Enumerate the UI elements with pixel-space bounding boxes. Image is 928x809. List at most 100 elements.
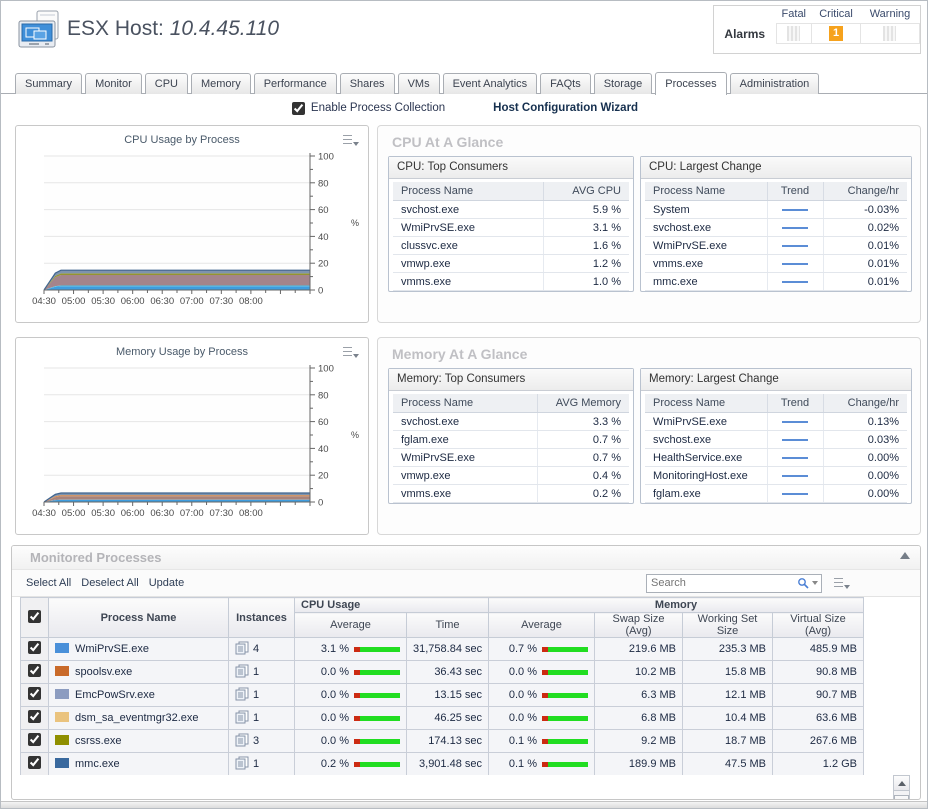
svg-text:0: 0 [318,286,323,297]
search-dropdown[interactable] [797,577,821,590]
instances-icon-button[interactable] [235,641,249,658]
table-row[interactable]: WmiPrvSE.exe3.1 % [393,219,629,237]
group-cpu-usage: CPU Usage [295,598,489,613]
instances-icon-button[interactable] [235,687,249,704]
table-row[interactable]: vmms.exe0.01% [645,255,907,273]
table-row[interactable]: HealthService.exe0.00% [645,449,907,467]
tab-vms[interactable]: VMs [398,73,440,94]
table-row[interactable]: WmiPrvSE.exe0.13% [645,413,907,431]
memory-usage-by-process-chart[interactable]: 020406080100%04:3005:0005:3006:0006:3007… [26,362,360,528]
page-title: ESX Host: 10.4.45.110 [67,17,279,41]
tab-cpu[interactable]: CPU [145,73,188,94]
alarms-fatal-cell[interactable] [776,24,812,44]
process-name-cell: EmcPowSrv.exe [49,684,229,707]
tab-performance[interactable]: Performance [254,73,337,94]
table-row[interactable]: vmwp.exe1.2 % [393,255,629,273]
alarms-critical-cell[interactable]: 1 [812,24,861,44]
cpu-average-cell: 0.0 % [295,661,407,684]
instances-icon-button[interactable] [235,733,249,750]
table-row[interactable]: svchost.exe5.9 % [393,201,629,219]
select-all-checkbox[interactable] [28,610,41,623]
scrollbar-thumb[interactable] [894,795,909,800]
col-virtual-size: Virtual Size (Avg) [773,613,864,638]
tab-faqts[interactable]: FAQts [540,73,591,94]
working-set-cell: 235.3 MB [683,638,773,661]
row-checkbox[interactable] [28,641,41,654]
chart-menu-icon[interactable] [343,134,359,146]
row-checkbox[interactable] [28,710,41,723]
trend-sparkline [782,227,808,229]
tab-processes[interactable]: Processes [655,72,726,95]
process-row[interactable]: mmc.exe10.2 %3,901.48 sec0.1 %189.9 MB47… [21,753,864,776]
fatal-empty-indicator [787,26,800,41]
process-row[interactable]: spoolsv.exe10.0 %36.43 sec0.0 %10.2 MB15… [21,661,864,684]
virtual-size-cell: 63.6 MB [773,707,864,730]
cpu-time-cell: 31,758.84 sec [407,638,489,661]
table-row[interactable]: System-0.03% [645,201,907,219]
search-input[interactable] [647,577,797,589]
enable-process-collection[interactable]: Enable Process Collection [292,102,445,115]
tab-memory[interactable]: Memory [191,73,251,94]
table-row[interactable]: vmms.exe0.2 % [393,485,629,503]
table-row[interactable]: fglam.exe0.00% [645,485,907,503]
change-per-hour: 0.03% [823,431,907,449]
table-row[interactable]: fglam.exe0.7 % [393,431,629,449]
instances-icon-button[interactable] [235,664,249,681]
scroll-up-button[interactable] [894,776,909,791]
working-set-cell: 47.5 MB [683,753,773,776]
change-per-hour: 0.01% [823,237,907,255]
alarms-panel: Fatal Critical Warning Alarms 1 [713,5,921,54]
process-value: 1.2 % [543,255,629,273]
instances-icon-button[interactable] [235,756,249,773]
alarms-warning-cell[interactable] [860,24,919,44]
svg-text:40: 40 [318,444,329,455]
tab-summary[interactable]: Summary [15,73,82,94]
svg-text:05:00: 05:00 [62,508,86,519]
row-checkbox[interactable] [28,733,41,746]
tab-administration[interactable]: Administration [730,73,820,94]
table-row[interactable]: svchost.exe3.3 % [393,413,629,431]
col-trend: Trend [767,182,823,201]
critical-count-badge[interactable]: 1 [829,26,843,41]
usage-bar [542,647,588,652]
table-menu-icon[interactable] [834,577,850,589]
usage-bar [354,647,400,652]
cpu-usage-by-process-chart[interactable]: 020406080100%04:3005:0005:3006:0006:3007… [26,150,360,316]
search-box[interactable] [646,574,822,593]
alarms-col-warning: Warning [860,6,919,24]
tab-storage[interactable]: Storage [594,73,653,94]
table-row[interactable]: mmc.exe0.01% [645,273,907,291]
process-name: svchost.exe [645,219,767,237]
table-row[interactable]: svchost.exe0.03% [645,431,907,449]
host-configuration-wizard-link[interactable]: Host Configuration Wizard [493,102,638,114]
chart-menu-icon[interactable] [343,346,359,358]
table-row[interactable]: svchost.exe0.02% [645,219,907,237]
enable-process-collection-checkbox[interactable] [292,102,305,115]
row-checkbox[interactable] [28,756,41,769]
row-checkbox[interactable] [28,687,41,700]
update-link[interactable]: Update [149,577,184,589]
process-row[interactable]: EmcPowSrv.exe10.0 %13.15 sec0.0 %6.3 MB1… [21,684,864,707]
collapse-panel-icon[interactable] [900,552,910,559]
instances-icon-button[interactable] [235,710,249,727]
tab-shares[interactable]: Shares [340,73,395,94]
tab-monitor[interactable]: Monitor [85,73,142,94]
trend-sparkline [782,263,808,265]
table-row[interactable]: WmiPrvSE.exe0.01% [645,237,907,255]
deselect-all-link[interactable]: Deselect All [81,577,138,589]
process-value: 0.4 % [537,467,629,485]
table-row[interactable]: WmiPrvSE.exe0.7 % [393,449,629,467]
process-row[interactable]: csrss.exe30.0 %174.13 sec0.1 %9.2 MB18.7… [21,730,864,753]
vertical-scrollbar[interactable] [893,775,910,800]
table-row[interactable]: clussvc.exe1.6 % [393,237,629,255]
process-row[interactable]: WmiPrvSE.exe43.1 %31,758.84 sec0.7 %219.… [21,638,864,661]
usage-bar [354,693,400,698]
memory-average-cell: 0.0 % [489,684,595,707]
tab-event-analytics[interactable]: Event Analytics [443,73,538,94]
table-row[interactable]: vmms.exe1.0 % [393,273,629,291]
table-row[interactable]: MonitoringHost.exe0.00% [645,467,907,485]
row-checkbox[interactable] [28,664,41,677]
process-row[interactable]: dsm_sa_eventmgr32.exe10.0 %46.25 sec0.0 … [21,707,864,730]
select-all-link[interactable]: Select All [26,577,71,589]
table-row[interactable]: vmwp.exe0.4 % [393,467,629,485]
